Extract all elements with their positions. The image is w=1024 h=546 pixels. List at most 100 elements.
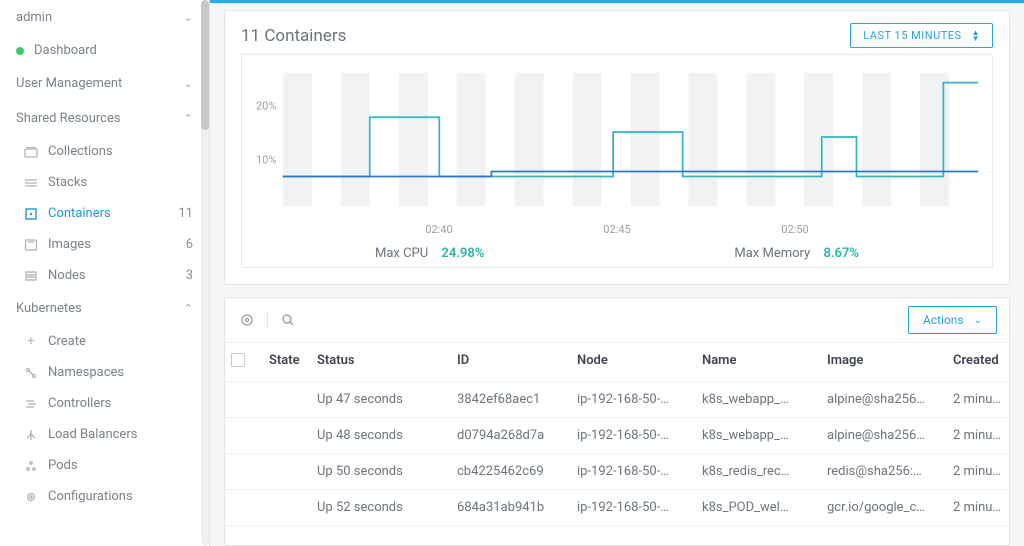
max-memory-label: Max Memory (734, 246, 810, 261)
cell-state (263, 454, 311, 490)
nav-item-label: Configurations (48, 489, 133, 504)
search-icon[interactable] (278, 310, 298, 330)
sidebar: admin ⌄ Dashboard User Management ⌄ Shar… (0, 0, 210, 546)
cell-name[interactable]: k8s_webapp_… (696, 382, 821, 418)
status-dot-icon (16, 47, 24, 55)
actions-label: Actions (923, 313, 964, 327)
sidebar-scrollbar[interactable] (201, 0, 209, 546)
col-created[interactable]: Created (947, 343, 1009, 382)
chevron-down-icon: ⌄ (974, 315, 982, 326)
cell-id[interactable]: cb4225462c69 (451, 454, 571, 490)
controllers-icon (24, 397, 38, 411)
namespaces-icon (24, 366, 38, 380)
row-select[interactable] (225, 454, 263, 490)
col-state[interactable]: State (263, 343, 311, 382)
settings-icon[interactable] (237, 310, 257, 330)
nav-collections[interactable]: Collections (0, 136, 209, 167)
nav-kubernetes[interactable]: Kubernetes ⌃ (0, 291, 209, 326)
stacks-icon (24, 176, 38, 190)
cell-name[interactable]: k8s_POD_wel… (696, 490, 821, 526)
select-all-header[interactable] (225, 343, 263, 382)
cell-id[interactable]: 3842ef68aec1 (451, 382, 571, 418)
nav-item-label: Collections (48, 144, 113, 159)
nav-stacks[interactable]: Stacks (0, 167, 209, 198)
gear-icon (24, 490, 38, 504)
row-select[interactable] (225, 490, 263, 526)
cell-created: 2 minutes ago (947, 418, 1009, 454)
cell-node[interactable]: ip-192-168-50-… (571, 490, 696, 526)
cell-id[interactable]: d0794a268d7a (451, 418, 571, 454)
nav-shared-label: Shared Resources (16, 111, 121, 126)
nav-item-label: Namespaces (48, 365, 124, 380)
chevron-down-icon: ⌄ (184, 77, 193, 90)
actions-button[interactable]: Actions ⌄ (908, 306, 997, 334)
cell-status: Up 47 seconds (311, 382, 451, 418)
col-id[interactable]: ID (451, 343, 571, 382)
containers-table: State Status ID Node Name Image Created … (225, 343, 1009, 526)
chevron-up-icon: ⌃ (184, 112, 193, 125)
nav-load-balancers[interactable]: Load Balancers (0, 419, 209, 450)
col-status[interactable]: Status (311, 343, 451, 382)
nav-user-management-label: User Management (16, 76, 122, 91)
nav-create[interactable]: + Create (0, 326, 209, 357)
time-range-label: LAST 15 MINUTES (863, 29, 961, 42)
cell-name[interactable]: k8s_redis_rec… (696, 454, 821, 490)
plus-icon: + (24, 335, 38, 349)
nav-namespaces[interactable]: Namespaces (0, 357, 209, 388)
nav-nodes[interactable]: Nodes 3 (0, 260, 209, 291)
nav-pods[interactable]: Pods (0, 450, 209, 481)
x-tick: 02:40 (425, 223, 452, 236)
cell-node[interactable]: ip-192-168-50-… (571, 454, 696, 490)
cell-image[interactable]: gcr.io/google_c… (821, 490, 947, 526)
toolbar-separator (267, 311, 268, 329)
cell-node[interactable]: ip-192-168-50-… (571, 382, 696, 418)
cell-image[interactable]: redis@sha256:… (821, 454, 947, 490)
nav-dashboard-label: Dashboard (34, 43, 97, 58)
x-axis-ticks: 02:40 02:45 02:50 (250, 223, 984, 236)
containers-table-panel: Actions ⌄ State Status ID Node Name Imag… (224, 297, 1010, 546)
cell-name[interactable]: k8s_webapp_… (696, 418, 821, 454)
max-memory-value: 8.67% (823, 246, 859, 261)
cell-created: 2 minutes ago (947, 454, 1009, 490)
cell-state (263, 382, 311, 418)
nav-item-label: Nodes (48, 268, 86, 283)
row-select[interactable] (225, 418, 263, 454)
max-cpu-label: Max CPU (375, 246, 428, 261)
row-select[interactable] (225, 382, 263, 418)
cell-image[interactable]: alpine@sha256… (821, 382, 947, 418)
stepper-icon: ▲▼ (972, 30, 980, 42)
cell-node[interactable]: ip-192-168-50-… (571, 418, 696, 454)
chart-plot: 20% 10% (250, 67, 984, 217)
col-name[interactable]: Name (696, 343, 821, 382)
cell-status: Up 52 seconds (311, 490, 451, 526)
nav-item-label: Containers (48, 206, 111, 221)
cell-image[interactable]: alpine@sha256… (821, 418, 947, 454)
nav-configurations[interactable]: Configurations (0, 481, 209, 512)
load-balancer-icon (24, 428, 38, 442)
images-icon (24, 238, 38, 252)
collections-icon (24, 145, 38, 159)
nav-shared-resources[interactable]: Shared Resources ⌃ (0, 101, 209, 136)
nav-user-management[interactable]: User Management ⌄ (0, 66, 209, 101)
nav-controllers[interactable]: Controllers (0, 388, 209, 419)
nav-containers[interactable]: Containers 11 (0, 198, 209, 229)
checkbox-icon[interactable] (231, 353, 245, 367)
cell-created: 2 minutes ago (947, 382, 1009, 418)
x-tick: 02:45 (603, 223, 630, 236)
panel-title: 11 Containers (241, 26, 346, 46)
user-label: admin (16, 10, 52, 25)
pods-icon (24, 459, 38, 473)
cell-id[interactable]: 684a31ab941b (451, 490, 571, 526)
nav-images[interactable]: Images 6 (0, 229, 209, 260)
cell-state (263, 418, 311, 454)
nodes-icon (24, 269, 38, 283)
time-range-selector[interactable]: LAST 15 MINUTES ▲▼ (850, 23, 993, 48)
nav-item-label: Pods (48, 458, 78, 473)
col-node[interactable]: Node (571, 343, 696, 382)
user-menu[interactable]: admin ⌄ (0, 0, 209, 35)
chart-container: 20% 10% 02:40 02:45 02:50 Max CPU 24.98%… (241, 54, 993, 268)
nav-dashboard[interactable]: Dashboard (0, 35, 209, 66)
cell-created: 2 minutes ago (947, 490, 1009, 526)
cell-status: Up 48 seconds (311, 418, 451, 454)
col-image[interactable]: Image (821, 343, 947, 382)
